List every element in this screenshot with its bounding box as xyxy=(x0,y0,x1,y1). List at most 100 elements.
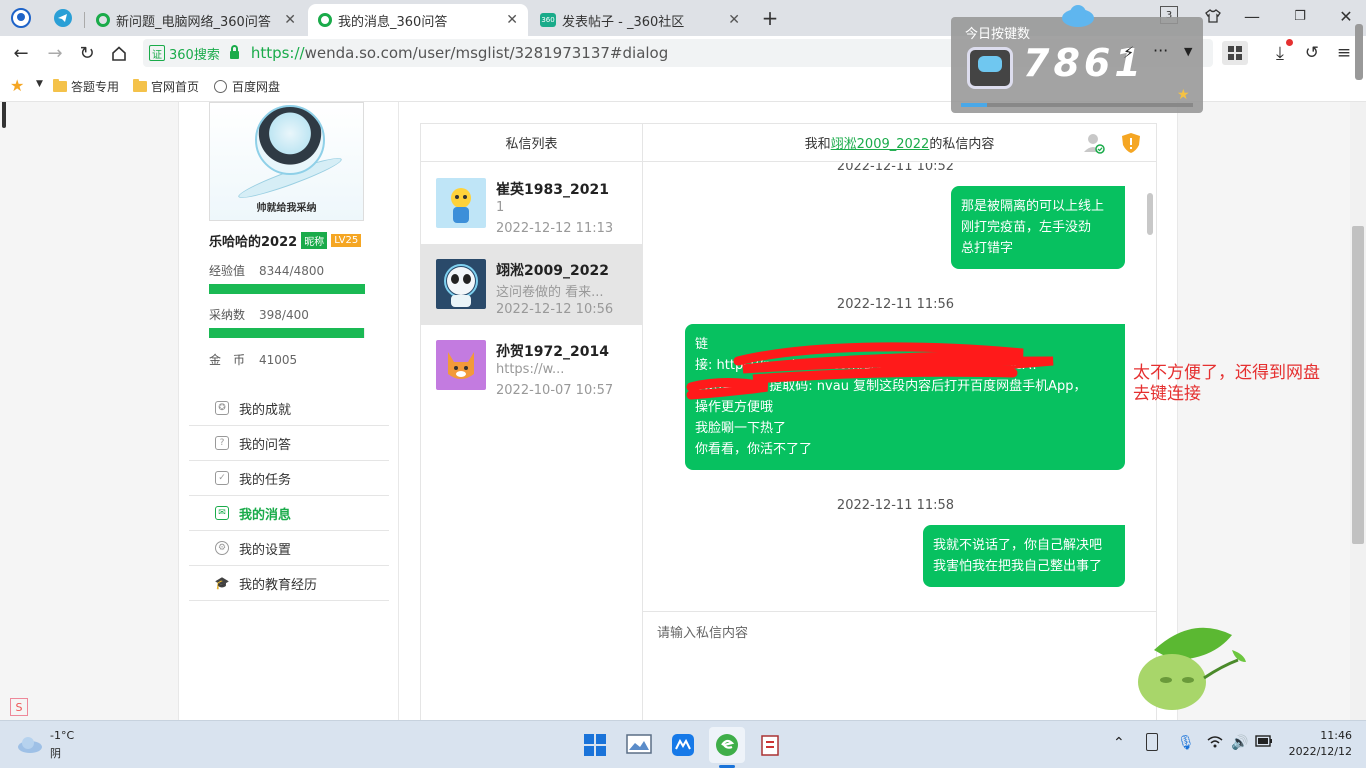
menu-my-settings[interactable]: ⚙ 我的设置 xyxy=(189,531,389,566)
lark-app-icon[interactable] xyxy=(665,727,701,763)
telegram-icon[interactable] xyxy=(52,7,74,29)
wenda-favicon-icon xyxy=(96,13,110,27)
clock-date[interactable]: 2022/12/12 xyxy=(1280,745,1352,758)
bookmark-answer-folder[interactable]: 答题专用 xyxy=(53,78,119,95)
url-host: wenda.so.com xyxy=(304,44,413,62)
360-browser-taskbar-icon[interactable] xyxy=(709,727,745,763)
key-counter-widget[interactable]: 今日按键数 7861 ⚡ ··· ▼ ★ xyxy=(951,17,1203,113)
microphone-icon[interactable]: 🎙 xyxy=(1177,735,1195,751)
close-tab-icon[interactable]: ✕ xyxy=(728,12,740,28)
new-tab-button[interactable]: + xyxy=(758,6,782,30)
input-method-indicator[interactable]: S xyxy=(10,698,28,716)
minimize-button[interactable]: — xyxy=(1240,6,1264,26)
stat-label: 金 币 xyxy=(209,353,246,367)
stat-coins: 金 币 41005 xyxy=(209,351,297,368)
chat-window: 我和 翊淞2009_2022 的私信内容 2022-12-11 10:52 那是被隔… xyxy=(643,124,1156,720)
close-tab-icon[interactable]: ✕ xyxy=(506,12,518,28)
extensions-grid-icon[interactable] xyxy=(1222,41,1248,65)
lock-icon[interactable] xyxy=(229,45,239,59)
chevron-down-icon[interactable]: ▼ xyxy=(36,79,43,89)
top-right-scroll-thumb[interactable] xyxy=(1355,24,1363,80)
menu-label: 我的设置 xyxy=(239,542,292,558)
menu-my-tasks[interactable]: ✓ 我的任务 xyxy=(189,461,389,496)
close-tab-icon[interactable]: ✕ xyxy=(284,12,296,28)
chevron-down-icon[interactable]: ▼ xyxy=(1184,45,1192,58)
cloud-icon xyxy=(1060,4,1096,28)
left-edge-handle[interactable] xyxy=(2,102,6,128)
conversation-time: 2022-12-12 11:13 xyxy=(496,221,614,236)
page-scrollbar[interactable] xyxy=(1350,102,1366,720)
graduation-cap-icon: 🎓 xyxy=(214,576,230,590)
bookmark-homepage-folder[interactable]: 官网首页 xyxy=(133,78,199,95)
annotation-line: 太不方便了，还得到网盘 xyxy=(1133,363,1320,383)
bookmark-baidu-pan[interactable]: 百度网盘 xyxy=(214,78,280,95)
weather-widget[interactable]: -1°C 阴 xyxy=(16,727,96,763)
conversation-avatar xyxy=(436,178,486,228)
notepad-app-icon[interactable] xyxy=(753,727,789,763)
menu-my-messages[interactable]: ✉ 我的消息 xyxy=(189,496,389,531)
conversation-item[interactable]: 翊淞2009_2022 这问卷做的 看来... 2022-12-12 10:56 xyxy=(421,244,642,325)
content-wrapper: 帅就给我采纳 乐哈哈的2022 昵称 LV25 经验值 8344/4800 采纳数… xyxy=(178,102,1178,720)
chevron-up-icon[interactable]: ⌃ xyxy=(1113,735,1125,751)
menu-achievements[interactable]: ✪ 我的成就 xyxy=(189,391,389,426)
taskbar: -1°C 阴 ⌃ 🎙 🔊 11:46 2022/12/12 xyxy=(0,720,1366,768)
message-timestamp: 2022-12-11 11:58 xyxy=(836,498,955,513)
bookmark-label: 官网首页 xyxy=(151,80,200,94)
level-badge[interactable]: LV25 xyxy=(331,234,362,247)
clock-time[interactable]: 11:46 xyxy=(1310,729,1352,742)
menu-education[interactable]: 🎓 我的教育经历 xyxy=(189,566,389,601)
close-window-button[interactable]: ✕ xyxy=(1334,6,1358,26)
favorites-star-icon[interactable]: ★ xyxy=(10,76,24,95)
tab-community-post[interactable]: 360 发表帖子 - _360社区 ✕ xyxy=(530,4,750,36)
speaker-icon[interactable]: 🔊 xyxy=(1231,735,1248,751)
search-engine-label[interactable]: 360搜索 xyxy=(169,44,220,63)
cloud-weather-icon xyxy=(16,735,44,757)
page-scrollbar-thumb[interactable] xyxy=(1352,226,1364,544)
leaf-mascot[interactable] xyxy=(1132,620,1252,712)
undo-icon[interactable]: ↺ xyxy=(1300,41,1324,65)
conversation-name: 孙贺1972_2014 xyxy=(496,344,609,360)
chat-peer-link[interactable]: 翊淞2009_2022 xyxy=(831,133,930,152)
browser-logo-icon[interactable] xyxy=(8,6,34,30)
tab-title: 我的消息_360问答 xyxy=(338,14,448,30)
conversation-time: 2022-12-12 10:56 xyxy=(496,302,614,317)
conversation-preview: 这问卷做的 看来... xyxy=(496,285,604,300)
menu-my-qa[interactable]: ? 我的问答 xyxy=(189,426,389,461)
report-shield-icon[interactable] xyxy=(1121,132,1143,154)
tablet-icon[interactable] xyxy=(1146,733,1158,751)
more-options-icon[interactable]: ··· xyxy=(1153,41,1168,60)
conversation-item[interactable]: 孙贺1972_2014 https://w... 2022-10-07 10:5… xyxy=(421,325,642,406)
chat-scrollbar-thumb[interactable] xyxy=(1147,193,1153,235)
question-icon: ? xyxy=(215,436,229,450)
profile-sidebar: 帅就给我采纳 乐哈哈的2022 昵称 LV25 经验值 8344/4800 采纳数… xyxy=(179,102,399,720)
bookmark-label: 百度网盘 xyxy=(232,80,281,94)
stat-value: 41005 xyxy=(259,353,298,367)
url-path: /user/msglist/3281973137#dialog xyxy=(412,44,669,62)
nickname-badge[interactable]: 昵称 xyxy=(301,232,328,249)
progress-fill xyxy=(209,328,365,338)
tab-my-messages[interactable]: 我的消息_360问答 ✕ xyxy=(308,4,528,36)
user-status-icon[interactable] xyxy=(1083,132,1105,154)
maximize-button[interactable]: ❐ xyxy=(1288,6,1312,26)
photos-app-icon[interactable] xyxy=(621,727,657,763)
page-content: 帅就给我采纳 乐哈哈的2022 昵称 LV25 经验值 8344/4800 采纳数… xyxy=(0,102,1350,720)
menu-icon[interactable]: ≡ xyxy=(1334,41,1354,65)
message-input[interactable] xyxy=(643,612,1156,720)
reload-button[interactable]: ↻ xyxy=(76,42,98,64)
shirt-icon[interactable] xyxy=(1203,6,1223,26)
certificate-icon[interactable]: 证 xyxy=(149,45,165,61)
battery-icon[interactable] xyxy=(1255,735,1273,751)
tab-new-question[interactable]: 新问题_电脑网络_360问答 ✕ xyxy=(86,4,306,36)
forward-button[interactable]: → xyxy=(44,42,66,64)
user-avatar[interactable]: 帅就给我采纳 xyxy=(209,102,364,221)
home-button[interactable] xyxy=(108,42,130,64)
url-text[interactable]: https://wenda.so.com/user/msglist/328197… xyxy=(251,44,668,62)
start-button[interactable] xyxy=(577,727,613,763)
message-line: 那是被隔离的可以上线上 xyxy=(961,199,1105,214)
back-button[interactable]: ← xyxy=(10,42,32,64)
conversation-item[interactable]: 崔英1983_2021 1 2022-12-12 11:13 xyxy=(421,163,642,244)
stat-label: 经验值 xyxy=(209,264,246,278)
message-line: 我脸唰一下热了 xyxy=(695,421,787,436)
wifi-icon[interactable] xyxy=(1207,735,1223,753)
url-scheme: https:// xyxy=(250,44,305,62)
